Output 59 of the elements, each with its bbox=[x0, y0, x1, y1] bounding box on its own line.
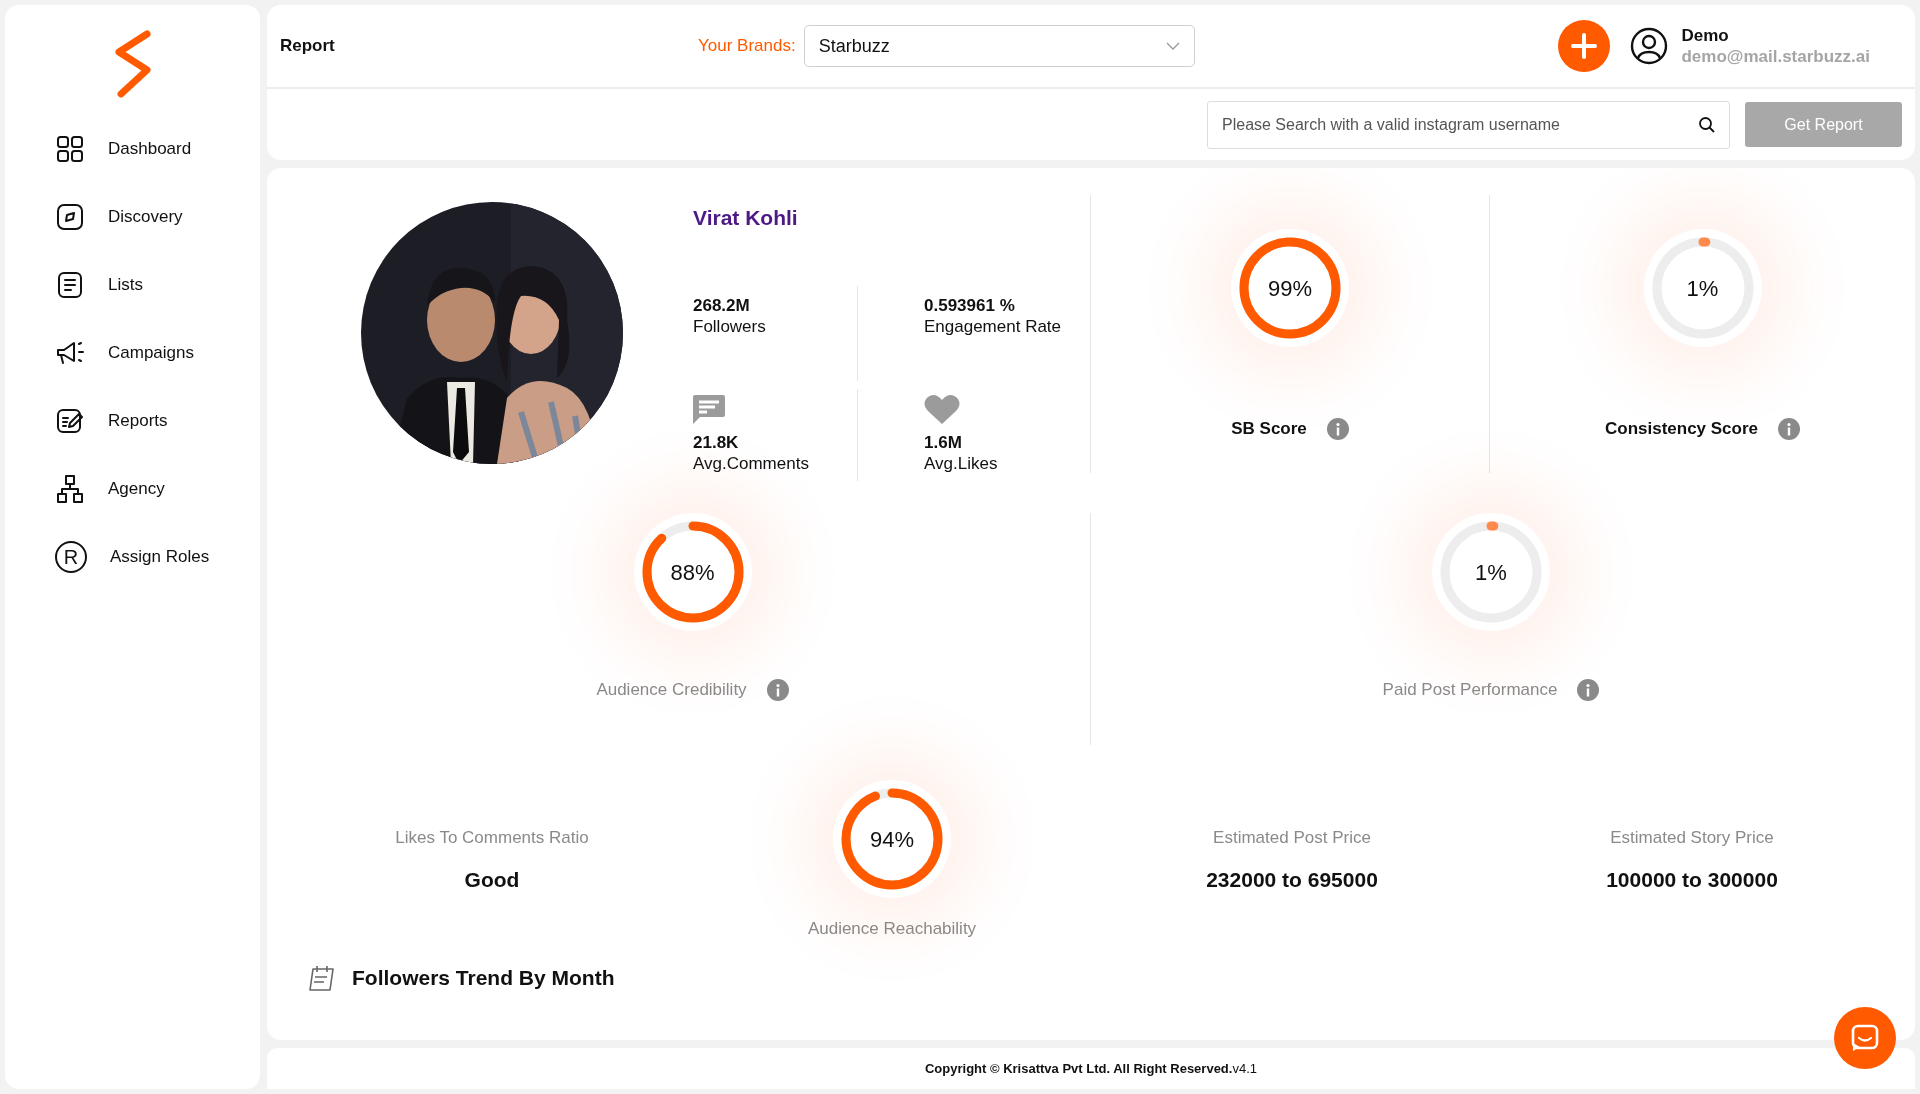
add-button[interactable] bbox=[1558, 20, 1611, 72]
score-value: 1% bbox=[1686, 274, 1719, 303]
score-value: 99% bbox=[1267, 274, 1312, 303]
score-value: 88% bbox=[670, 558, 715, 587]
stat-value: 268.2M bbox=[693, 294, 751, 316]
stat-label: Avg.Likes bbox=[924, 453, 999, 475]
list-icon bbox=[55, 270, 85, 300]
stat-value: 1.6M bbox=[924, 432, 963, 454]
stat-value: 21.8K bbox=[693, 432, 740, 454]
comment-icon bbox=[693, 395, 725, 424]
plus-icon bbox=[1571, 33, 1598, 59]
sidebar-item[interactable]: R Assign Roles bbox=[13, 523, 252, 591]
metric-label: Estimated Story Price bbox=[1610, 827, 1774, 849]
info-icon[interactable] bbox=[1326, 417, 1349, 440]
brands-label: Your Brands: bbox=[698, 35, 796, 58]
info-icon[interactable] bbox=[1778, 417, 1801, 440]
chat-icon bbox=[1850, 1023, 1880, 1053]
stat-label: Engagement Rate bbox=[924, 315, 1058, 337]
sidebar-item[interactable]: Dashboard bbox=[13, 115, 252, 183]
score-label: Audience Credibility bbox=[596, 679, 747, 701]
sidebar-item[interactable]: Reports bbox=[13, 387, 252, 455]
metric-label: Estimated Post Price bbox=[1213, 827, 1371, 849]
page-title: Report bbox=[280, 35, 336, 58]
calendar-note-icon bbox=[307, 963, 337, 992]
compass-icon bbox=[55, 202, 85, 232]
sidebar-item[interactable]: Agency bbox=[13, 455, 252, 523]
user-avatar-icon[interactable] bbox=[1630, 27, 1669, 65]
circled-letter-icon: R bbox=[55, 541, 87, 573]
search-field[interactable]: Please Search with a valid instagram username bbox=[1207, 100, 1730, 149]
user-email: demo@mail.starbuzz.ai bbox=[1681, 46, 1870, 68]
score-label: SB Score bbox=[1231, 418, 1307, 440]
search-icon bbox=[1698, 115, 1716, 134]
sidebar-item[interactable]: Lists bbox=[13, 251, 252, 319]
score-value: 1% bbox=[1475, 558, 1507, 587]
score-label: Consistency Score bbox=[1604, 418, 1759, 440]
hierarchy-icon bbox=[55, 474, 85, 504]
stat-label: Followers bbox=[693, 315, 767, 337]
grid-icon bbox=[55, 134, 85, 164]
stat-value: 0.593961 % bbox=[924, 294, 1016, 316]
edit-icon bbox=[55, 406, 85, 436]
info-icon[interactable] bbox=[766, 678, 789, 701]
brand-select[interactable]: Starbuzz bbox=[803, 25, 1195, 67]
metric-value: 100000 to 300000 bbox=[1606, 866, 1778, 893]
score-value: 94% bbox=[869, 825, 914, 854]
sidebar-item[interactable]: Campaigns bbox=[13, 319, 252, 387]
info-icon[interactable] bbox=[1577, 678, 1600, 701]
profile-name: Virat Kohli bbox=[693, 205, 799, 231]
metric-value: 232000 to 695000 bbox=[1206, 866, 1378, 893]
copyright-text: Copyright © Krisattva Pvt Ltd. All Right Reserved.v4.1 bbox=[925, 1059, 1257, 1078]
section-title: Followers Trend By Month bbox=[352, 965, 615, 991]
metric-label: Audience Reachability bbox=[807, 918, 977, 940]
chevron-down-icon bbox=[1165, 42, 1180, 50]
heart-icon bbox=[924, 394, 960, 424]
stat-label: Avg.Comments bbox=[693, 453, 810, 475]
metric-value: Good bbox=[464, 866, 520, 893]
sidebar-item[interactable]: Discovery bbox=[13, 183, 252, 251]
score-label: Paid Post Performance bbox=[1382, 679, 1558, 701]
metric-label: Likes To Comments Ratio bbox=[395, 827, 589, 849]
user-name: Demo bbox=[1681, 24, 1730, 46]
